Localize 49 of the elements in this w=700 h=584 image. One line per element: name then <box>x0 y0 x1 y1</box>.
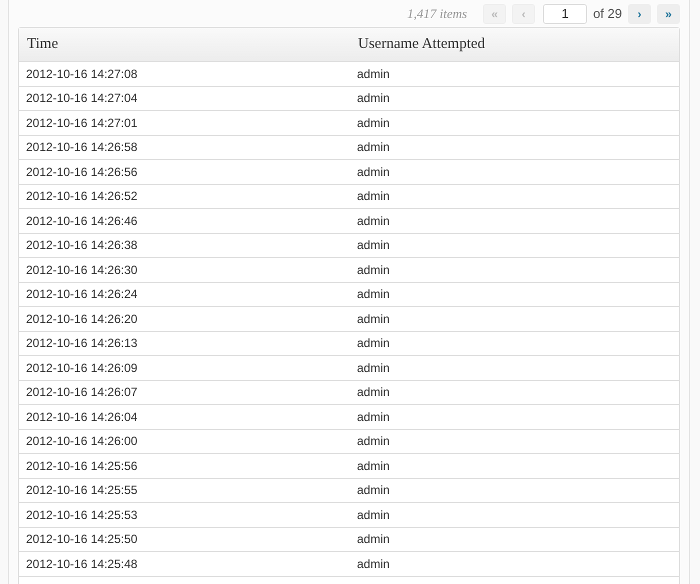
column-header: Time <box>26 36 58 53</box>
table-cell-text: 2012-10-16 14:27:01 <box>25 116 138 130</box>
table-cell-text: 2012-10-16 14:27:08 <box>25 66 138 81</box>
table-cell-text: admin <box>356 116 390 130</box>
table-cell-text: 2012-10-16 14:26:30 <box>25 262 138 277</box>
table-cell-text: 2012-10-16 14:26:07 <box>25 385 138 400</box>
table-cell-text: 2012-10-16 14:25:55 <box>25 483 138 498</box>
table-cell-text: 2012-10-16 14:26:56 <box>25 164 138 179</box>
table-cell-text: admin <box>356 458 390 473</box>
table-cell-text: admin <box>356 556 390 571</box>
table-cell-text: admin <box>356 238 390 252</box>
table-cell-text: 2012-10-16 14:26:20 <box>25 312 138 326</box>
table-cell-text: admin <box>356 312 390 326</box>
table-cell-text: admin <box>356 483 390 498</box>
last-page-button[interactable]: » <box>657 4 680 24</box>
table-cell-text: 2012-10-16 14:27:04 <box>25 91 138 106</box>
next-page-button[interactable]: › <box>628 4 651 24</box>
table-cell-text: 2012-10-16 14:25:56 <box>25 458 138 473</box>
table-cell-text: admin <box>356 434 390 448</box>
table-cell-text: 2012-10-16 14:26:38 <box>25 238 138 252</box>
table-cell-text: admin <box>356 532 390 546</box>
table-cell-text: 2012-10-16 14:25:48 <box>25 556 138 571</box>
table-cell-text: 2012-10-16 14:25:53 <box>25 508 138 522</box>
table-cell-text: admin <box>356 140 390 154</box>
table-cell-text: admin <box>356 508 390 522</box>
table-cell-text: admin <box>356 287 390 302</box>
table-cell-text: admin <box>356 189 390 204</box>
table-cell-text: 2012-10-16 14:26:58 <box>25 140 138 154</box>
table-cell-text: admin <box>356 91 390 106</box>
table-cell-text: 2012-10-16 14:26:13 <box>25 336 138 350</box>
column-header: Username Attempted <box>357 36 486 53</box>
item-count: 1,417 items <box>407 6 468 22</box>
table-cell-text: 2012-10-16 14:26:09 <box>25 360 138 375</box>
page-total: of 29 <box>593 6 622 21</box>
table-cell-text: admin <box>356 385 390 400</box>
table-cell-text: admin <box>356 336 390 350</box>
table-cell-text: admin <box>356 360 390 375</box>
table-cell-text: 2012-10-16 14:25:50 <box>25 532 138 546</box>
table-cell-text: admin <box>356 66 390 81</box>
table-cell-text: admin <box>356 214 390 228</box>
table-cell-text: 2012-10-16 14:26:04 <box>25 410 138 424</box>
page-number-field[interactable]: 1 <box>543 4 588 24</box>
table-cell-text: admin <box>356 262 390 277</box>
table-cell-text: 2012-10-16 14:26:52 <box>25 189 138 204</box>
table-cell-text: 2012-10-16 14:26:00 <box>25 434 138 448</box>
table-cell-text: admin <box>356 164 390 179</box>
table-cell-text: admin <box>356 410 390 424</box>
table-cell-text: 2012-10-16 14:26:46 <box>25 214 138 228</box>
table-cell-text: 2012-10-16 14:26:24 <box>25 287 138 302</box>
